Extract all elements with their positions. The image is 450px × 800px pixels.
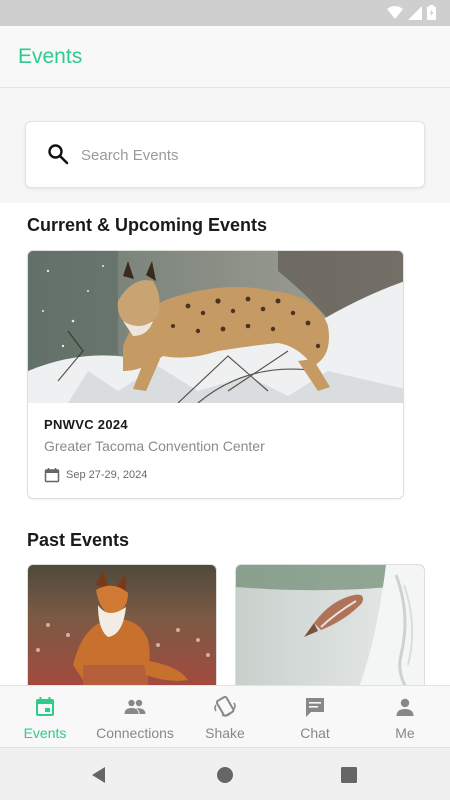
search-input[interactable] <box>81 141 401 169</box>
calendar-icon <box>36 697 54 716</box>
status-icons <box>387 5 436 20</box>
nav-label: Chat <box>300 725 330 741</box>
chat-bubble-icon <box>306 698 324 717</box>
past-event-card[interactable] <box>27 564 217 685</box>
calendar-icon <box>44 468 60 483</box>
bottom-nav: Events Connections Shake Chat Me <box>0 685 450 747</box>
battery-icon <box>427 5 436 20</box>
shake-phone-icon <box>214 695 236 717</box>
past-event-card[interactable] <box>235 564 425 685</box>
page-title: Events <box>18 45 83 68</box>
search-area <box>0 88 450 203</box>
system-nav-bar <box>0 747 450 800</box>
past-event-photo-salmon <box>236 565 424 685</box>
search-bar[interactable] <box>25 121 425 188</box>
home-icon[interactable] <box>216 766 234 784</box>
event-date: Sep 27-29, 2024 <box>66 469 148 481</box>
nav-events[interactable]: Events <box>0 686 90 748</box>
event-date-row: Sep 27-29, 2024 <box>44 467 147 483</box>
event-venue: Greater Tacoma Convention Center <box>44 438 265 454</box>
nav-me[interactable]: Me <box>360 686 450 748</box>
event-photo-lynx <box>28 251 403 403</box>
past-events-heading: Past Events <box>27 530 130 550</box>
status-bar <box>0 0 450 26</box>
nav-label: Shake <box>205 725 245 741</box>
person-icon <box>396 698 414 716</box>
search-icon <box>48 144 69 165</box>
event-name: PNWVC 2024 <box>44 417 128 432</box>
nav-shake[interactable]: Shake <box>180 686 270 748</box>
back-icon[interactable] <box>90 766 108 784</box>
nav-label: Events <box>23 725 67 741</box>
wifi-icon <box>387 5 403 19</box>
nav-chat[interactable]: Chat <box>270 686 360 748</box>
people-icon <box>124 699 146 714</box>
events-content[interactable]: Current & Upcoming Events <box>0 88 450 685</box>
nav-connections[interactable]: Connections <box>90 686 180 748</box>
signal-icon <box>408 5 422 20</box>
app-bar: Events <box>0 26 450 88</box>
recents-icon[interactable] <box>340 766 358 784</box>
current-events-heading: Current & Upcoming Events <box>27 215 268 235</box>
past-event-photo-fox <box>28 565 216 685</box>
event-card[interactable]: PNWVC 2024 Greater Tacoma Convention Cen… <box>27 250 404 499</box>
nav-label: Me <box>395 725 415 741</box>
nav-label: Connections <box>96 725 174 741</box>
